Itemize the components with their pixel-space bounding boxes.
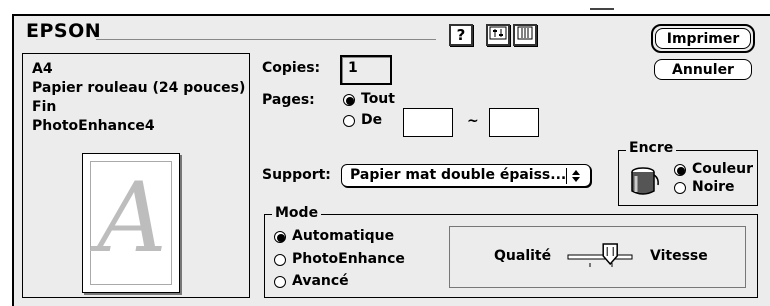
printer-icon — [516, 25, 534, 45]
page-preview-letter: A — [97, 162, 167, 274]
slider-speed-label: Vitesse — [650, 248, 708, 264]
mode-automatic-label: Automatique — [292, 228, 395, 244]
pages-all-radio[interactable] — [343, 94, 355, 106]
summary-enhancement: PhotoEnhance4 — [32, 118, 155, 134]
pages-from-input[interactable] — [403, 108, 453, 137]
summary-quality: Fin — [32, 99, 57, 115]
mode-photoenhance-radio[interactable] — [274, 254, 286, 266]
quality-speed-slider[interactable] — [566, 242, 636, 276]
copies-label: Copies: — [262, 60, 321, 76]
ink-group-legend: Encre — [626, 140, 677, 156]
mode-advanced-label: Avancé — [292, 273, 349, 289]
copies-input[interactable]: 1 — [340, 55, 392, 85]
brand-logo: EPSON — [26, 20, 102, 42]
help-icon: ? — [456, 26, 466, 44]
mode-advanced-radio[interactable] — [274, 276, 286, 288]
printer-button[interactable] — [513, 24, 537, 46]
summary-paper-type: Papier rouleau (24 pouces) — [32, 80, 246, 96]
cancel-button[interactable]: Annuler — [654, 59, 752, 80]
ink-black-label: Noire — [692, 179, 735, 195]
ink-color-label: Couleur — [692, 161, 754, 177]
support-select-value: Papier mat double épaiss... — [350, 167, 567, 183]
mode-photoenhance-label: PhotoEnhance — [292, 251, 405, 267]
background-window-edge — [590, 8, 614, 10]
ink-black-radio[interactable] — [674, 182, 686, 194]
ink-color-radio[interactable] — [674, 164, 686, 176]
ink-cartridge-icon — [628, 164, 662, 202]
help-button[interactable]: ? — [449, 24, 473, 46]
tools-button[interactable] — [486, 24, 510, 46]
mode-automatic-radio[interactable] — [274, 231, 286, 243]
pages-range-radio[interactable] — [343, 115, 355, 127]
pages-label: Pages: — [262, 92, 315, 108]
summary-paper-size: A4 — [32, 61, 53, 77]
title-divider — [96, 39, 436, 40]
pages-to-input[interactable] — [489, 108, 539, 137]
slider-quality-label: Qualité — [494, 248, 552, 264]
background-window-edge — [160, 0, 280, 8]
pages-all-label: Tout — [361, 91, 395, 107]
mode-group-legend: Mode — [272, 205, 322, 221]
tools-icon — [489, 25, 507, 45]
pages-range-label: De — [361, 112, 383, 128]
support-label: Support: — [262, 167, 331, 183]
updown-arrows-icon — [566, 168, 584, 184]
pages-range-separator: ~ — [467, 113, 479, 129]
print-button[interactable]: Imprimer — [655, 28, 751, 49]
